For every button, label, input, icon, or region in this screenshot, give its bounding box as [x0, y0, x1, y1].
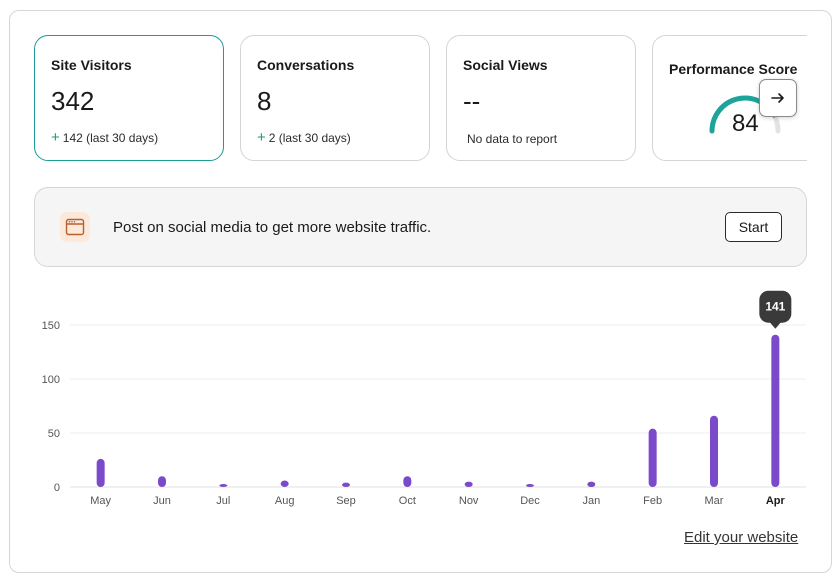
bar	[158, 476, 166, 487]
x-tick-label: Mar	[705, 495, 724, 507]
x-tick-label: Apr	[766, 495, 786, 507]
x-tick-label: Jul	[216, 495, 230, 507]
y-tick-label: 150	[42, 320, 60, 332]
y-tick-label: 100	[42, 374, 60, 386]
tooltip-value: 141	[765, 300, 785, 314]
bar	[280, 480, 289, 487]
monthly-visitors-chart: 0 50 100 150 May Jun Jul Aug Sep Oct Nov Dec Jan Feb M…	[42, 290, 806, 507]
y-tick-label: 0	[54, 482, 60, 494]
x-tick-label: May	[90, 495, 111, 507]
edit-website-link[interactable]: Edit your website	[684, 529, 798, 546]
x-tick-label: Jun	[153, 495, 171, 507]
x-tick-label: Sep	[336, 495, 356, 507]
x-tick-label: Oct	[399, 495, 416, 507]
bar	[219, 484, 228, 487]
bar	[464, 481, 473, 487]
bar	[526, 484, 534, 487]
bar	[403, 476, 412, 487]
bar	[96, 458, 105, 487]
bar	[342, 482, 350, 487]
y-tick-label: 50	[48, 428, 60, 440]
bar	[648, 428, 657, 487]
x-tick-label: Feb	[643, 495, 662, 507]
bar	[710, 415, 718, 487]
x-tick-label: Jan	[582, 495, 600, 507]
bar	[587, 481, 596, 487]
x-tick-label: Nov	[459, 495, 479, 507]
bar	[771, 334, 780, 487]
x-tick-label: Dec	[520, 495, 540, 507]
x-tick-label: Aug	[275, 495, 295, 507]
